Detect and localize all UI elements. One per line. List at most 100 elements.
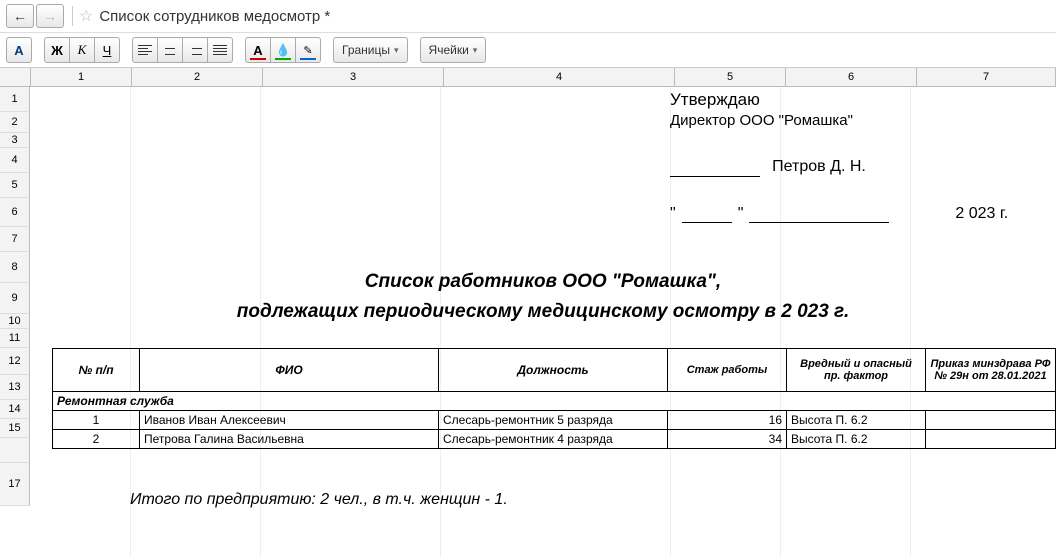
row-header[interactable]: 3 <box>0 133 30 148</box>
row-header[interactable]: 10 <box>0 314 30 329</box>
cell-num[interactable]: 2 <box>53 430 140 449</box>
cell-factor[interactable]: Высота П. 6.2 <box>787 430 926 449</box>
cell-order[interactable] <box>926 411 1056 430</box>
approval-title: Утверждаю <box>670 89 866 111</box>
quote-close: " <box>738 205 744 223</box>
row-header[interactable]: 4 <box>0 148 30 173</box>
text-color-button[interactable]: А <box>245 37 271 63</box>
cell-fio[interactable]: Петрова Галина Васильевна <box>140 430 439 449</box>
table-row: 2 Петрова Галина Васильевна Слесарь-ремо… <box>53 430 1056 449</box>
table-header-row: № п/п ФИО Должность Стаж работы Вредный … <box>53 349 1056 392</box>
chevron-down-icon: ▾ <box>473 45 478 56</box>
pencil-icon: ✎ <box>303 44 312 57</box>
cells-label: Ячейки <box>429 43 469 57</box>
row-header[interactable]: 8 <box>0 252 30 283</box>
approval-block: Утверждаю Директор ООО "Ромашка" Петров … <box>670 89 866 177</box>
border-color-bar <box>300 58 316 60</box>
date-row: " " 2 023 г. <box>670 205 1008 223</box>
row-header[interactable]: 9 <box>0 283 30 314</box>
cell-exp[interactable]: 34 <box>668 430 787 449</box>
document-main-title: Список работников ООО "Ромашка", подлежа… <box>30 267 1056 328</box>
fill-color-bar <box>275 58 291 60</box>
totals-line: Итого по предприятию: 2 чел., в т.ч. жен… <box>130 491 508 509</box>
th-factor: Вредный и опасный пр. фактор <box>787 349 926 392</box>
signature-line <box>670 176 760 177</box>
row-header[interactable]: 1 <box>0 87 30 112</box>
quote-open: " <box>670 205 676 223</box>
employees-table: № п/п ФИО Должность Стаж работы Вредный … <box>52 348 1056 449</box>
title-line2: подлежащих периодическому медицинскому о… <box>30 297 1056 327</box>
cell-position[interactable]: Слесарь-ремонтник 4 разряда <box>439 430 668 449</box>
sheet-content[interactable]: Утверждаю Директор ООО "Ромашка" Петров … <box>30 87 1056 557</box>
borders-dropdown[interactable]: Границы ▾ <box>333 37 408 63</box>
section-row: Ремонтная служба <box>53 392 1056 411</box>
cell-position[interactable]: Слесарь-ремонтник 5 разряда <box>439 411 668 430</box>
bold-label: Ж <box>51 43 63 58</box>
cells-dropdown[interactable]: Ячейки ▾ <box>420 37 487 63</box>
underline-label: Ч <box>103 43 112 58</box>
fill-color-button[interactable]: 💧 <box>270 37 296 63</box>
row-header[interactable]: 13 <box>0 375 30 400</box>
approval-director: Директор ООО "Ромашка" <box>670 111 866 131</box>
th-order: Приказ минздрава РФ № 29н от 28.01.2021 <box>926 349 1056 392</box>
date-day-line <box>682 222 732 223</box>
row-header[interactable]: 11 <box>0 329 30 348</box>
section-name: Ремонтная служба <box>53 392 1056 411</box>
th-experience: Стаж работы <box>668 349 787 392</box>
back-button[interactable]: ← <box>6 4 34 28</box>
color-group: А 💧 ✎ <box>245 37 321 63</box>
borders-label: Границы <box>342 43 390 57</box>
row-header[interactable]: 17 <box>0 463 30 506</box>
favorite-icon[interactable]: ☆ <box>79 6 93 26</box>
cell-factor[interactable]: Высота П. 6.2 <box>787 411 926 430</box>
row-header[interactable] <box>0 438 30 463</box>
cell-exp[interactable]: 16 <box>668 411 787 430</box>
bucket-icon: 💧 <box>276 43 291 57</box>
row-header[interactable]: 2 <box>0 112 30 133</box>
align-group <box>132 37 233 63</box>
row-header[interactable]: 6 <box>0 198 30 227</box>
date-month-line <box>749 222 889 223</box>
underline-button[interactable]: Ч <box>94 37 120 63</box>
align-justify-button[interactable] <box>207 37 233 63</box>
col-header[interactable]: 5 <box>675 68 786 87</box>
approval-name: Петров Д. Н. <box>772 158 866 175</box>
align-right-button[interactable] <box>182 37 208 63</box>
align-center-button[interactable] <box>157 37 183 63</box>
sheet-corner[interactable] <box>0 68 31 87</box>
row-header[interactable]: 7 <box>0 227 30 252</box>
title-bar: ← → ☆ Список сотрудников медосмотр * <box>0 0 1056 33</box>
italic-label: К <box>78 42 87 58</box>
bold-button[interactable]: Ж <box>44 37 70 63</box>
cell-order[interactable] <box>926 430 1056 449</box>
col-header[interactable]: 1 <box>31 68 132 87</box>
sheet-body: 1 2 3 4 5 6 7 8 9 10 11 12 13 14 15 17 У… <box>0 87 1056 557</box>
format-toolbar: А Ж К Ч А 💧 ✎ Границы ▾ Ячейки ▾ <box>0 33 1056 68</box>
row-header[interactable]: 15 <box>0 419 30 438</box>
title-line1: Список работников ООО "Ромашка", <box>30 267 1056 297</box>
row-header[interactable]: 12 <box>0 348 30 375</box>
cell-fio[interactable]: Иванов Иван Алексеевич <box>140 411 439 430</box>
align-left-button[interactable] <box>132 37 158 63</box>
th-position: Должность <box>439 349 668 392</box>
data-table-wrap: № п/п ФИО Должность Стаж работы Вредный … <box>52 348 1056 449</box>
italic-button[interactable]: К <box>69 37 95 63</box>
row-header[interactable]: 5 <box>0 173 30 198</box>
col-header[interactable]: 6 <box>786 68 917 87</box>
col-header[interactable]: 3 <box>263 68 444 87</box>
sheet-header-row: 1 2 3 4 5 6 7 <box>0 68 1056 87</box>
col-header[interactable]: 2 <box>132 68 263 87</box>
row-header[interactable]: 14 <box>0 400 30 419</box>
row-headers: 1 2 3 4 5 6 7 8 9 10 11 12 13 14 15 17 <box>0 87 30 557</box>
th-fio: ФИО <box>140 349 439 392</box>
col-header[interactable]: 4 <box>444 68 675 87</box>
forward-button[interactable]: → <box>36 4 64 28</box>
document-title: Список сотрудников медосмотр * <box>99 8 330 25</box>
border-color-button[interactable]: ✎ <box>295 37 321 63</box>
font-color-button[interactable]: А <box>6 37 32 63</box>
chevron-down-icon: ▾ <box>394 45 399 56</box>
th-num: № п/п <box>53 349 140 392</box>
col-header[interactable]: 7 <box>917 68 1056 87</box>
cell-num[interactable]: 1 <box>53 411 140 430</box>
date-year: 2 023 г. <box>955 205 1008 223</box>
